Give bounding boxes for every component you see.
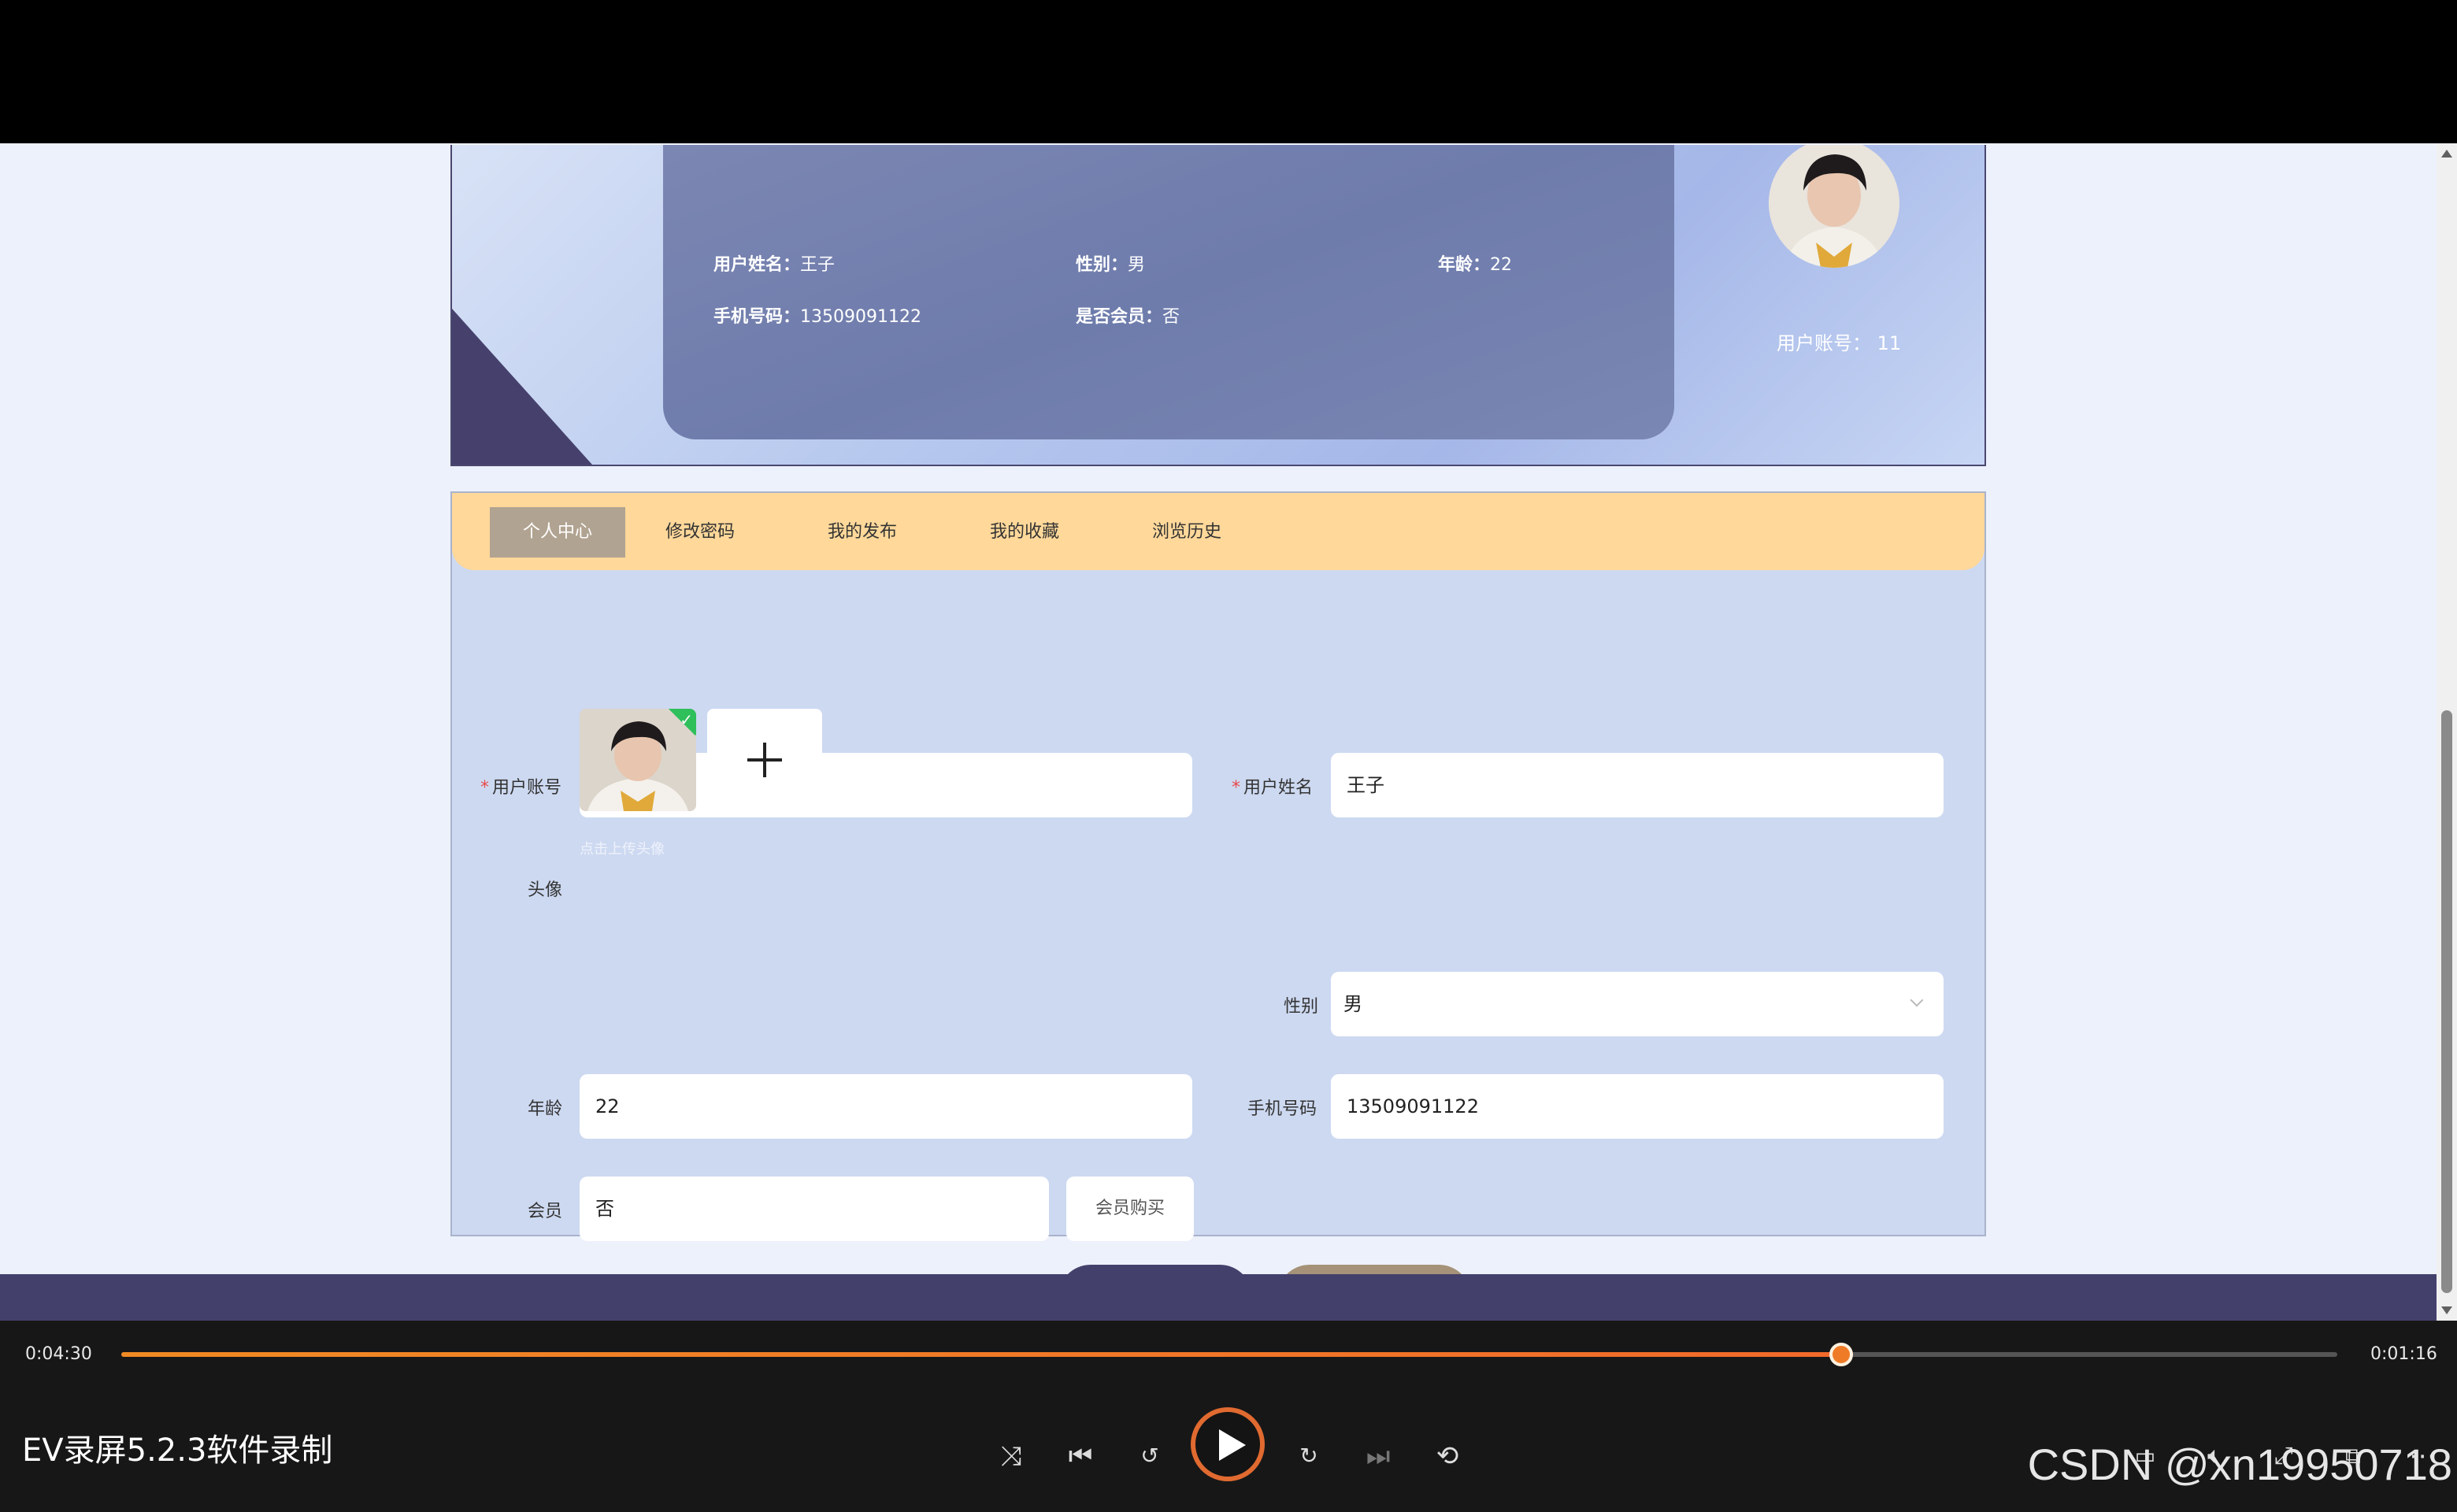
tab-personal-center[interactable]: 个人中心 xyxy=(490,507,625,558)
gender-select-value: 男 xyxy=(1343,993,1362,1015)
shuffle-icon[interactable]: ⤨ xyxy=(994,1439,1028,1473)
tab-my-posts[interactable]: 我的发布 xyxy=(811,507,914,558)
upload-add-button[interactable] xyxy=(707,709,822,811)
age-field[interactable]: 22 xyxy=(580,1074,1192,1139)
chevron-down-icon xyxy=(1910,993,1924,1007)
info-gender: 性别：男 xyxy=(1076,250,1145,276)
info-age-label: 年龄： xyxy=(1438,255,1491,275)
banner-decoration xyxy=(452,309,592,465)
tab-my-favorites[interactable]: 我的收藏 xyxy=(973,507,1076,558)
profile-form-panel: 个人中心 修改密码 我的发布 我的收藏 浏览历史 *用户账号 11 *用户姓名 … xyxy=(450,491,1986,1321)
phone-field[interactable]: 13509091122 xyxy=(1331,1074,1944,1139)
account-label-text: 用户账号 xyxy=(492,778,562,798)
account-label: * 用户账号 xyxy=(480,778,562,798)
username-label: * 用户姓名 xyxy=(1232,778,1314,798)
gender-label: 性别 xyxy=(1284,997,1319,1017)
seek-bar[interactable] xyxy=(121,1343,2337,1366)
scroll-down-icon[interactable] xyxy=(2441,1306,2452,1314)
next-track-icon[interactable]: ⏭ xyxy=(1361,1439,1395,1473)
info-age: 年龄：22 xyxy=(1438,250,1512,276)
info-member-value: 否 xyxy=(1162,307,1180,327)
browser-viewport: 用户姓名：王子 性别：男 年龄：22 手机号码：13509091122 是否会员… xyxy=(0,143,2457,1321)
scroll-up-icon[interactable] xyxy=(2441,150,2452,158)
recording-caption: EV录屏5.2.3软件录制 xyxy=(22,1432,333,1469)
remaining-time: 0:01:16 xyxy=(2370,1344,2437,1364)
tab-browse-history[interactable]: 浏览历史 xyxy=(1136,507,1238,558)
info-username: 用户姓名：王子 xyxy=(713,250,835,276)
gender-select[interactable]: 男 xyxy=(1331,972,1944,1036)
username-label-text: 用户姓名 xyxy=(1243,778,1314,798)
info-phone-value: 13509091122 xyxy=(800,307,921,327)
tab-bar: 个人中心 修改密码 我的发布 我的收藏 浏览历史 xyxy=(452,493,1984,570)
info-member: 是否会员：否 xyxy=(1076,302,1180,328)
username-field[interactable]: 王子 xyxy=(1331,753,1944,817)
vertical-scrollbar[interactable] xyxy=(2437,143,2457,1321)
seek-handle[interactable] xyxy=(1829,1343,1853,1366)
video-player-controls: 0:04:30 0:01:16 EV录屏5.2.3软件录制 ⤨ ⏮ ↺ ↻ ⏭ … xyxy=(0,1321,2457,1512)
repeat-off-icon[interactable]: ⟲ xyxy=(1430,1439,1465,1473)
tab-change-password[interactable]: 修改密码 xyxy=(649,507,751,558)
info-gender-label: 性别： xyxy=(1076,255,1128,275)
play-button[interactable] xyxy=(1191,1407,1265,1481)
previous-track-icon[interactable]: ⏮ xyxy=(1063,1439,1098,1473)
elapsed-time: 0:04:30 xyxy=(25,1344,92,1364)
user-info-card: 用户姓名：王子 性别：男 年龄：22 手机号码：13509091122 是否会员… xyxy=(663,145,1674,439)
forward-30-icon[interactable]: ↻ xyxy=(1292,1439,1326,1473)
upload-hint: 点击上传头像 xyxy=(580,841,665,858)
member-field[interactable]: 否 xyxy=(580,1177,1049,1241)
profile-banner: 用户姓名：王子 性别：男 年龄：22 手机号码：13509091122 是否会员… xyxy=(450,145,1986,466)
account-line: 用户账号： 11 xyxy=(1777,332,1902,354)
uploaded-avatar-thumbnail[interactable]: ✓ xyxy=(580,709,696,811)
info-age-value: 22 xyxy=(1490,255,1513,275)
seek-progress xyxy=(121,1352,1841,1357)
info-gender-value: 男 xyxy=(1128,255,1146,275)
page-footer xyxy=(0,1274,2437,1321)
info-phone-label: 手机号码： xyxy=(713,307,801,327)
age-label: 年龄 xyxy=(528,1099,563,1119)
info-username-value: 王子 xyxy=(800,255,836,275)
rewind-10-icon[interactable]: ↺ xyxy=(1132,1439,1167,1473)
avatar xyxy=(1769,145,1899,268)
scroll-thumb[interactable] xyxy=(2441,710,2452,1293)
phone-label: 手机号码 xyxy=(1247,1099,1317,1119)
top-black-bar xyxy=(0,0,2457,143)
info-member-label: 是否会员： xyxy=(1076,307,1163,327)
info-phone: 手机号码：13509091122 xyxy=(713,302,921,328)
buy-membership-button[interactable]: 会员购买 xyxy=(1066,1177,1194,1241)
info-username-label: 用户姓名： xyxy=(713,255,801,275)
check-icon: ✓ xyxy=(680,710,693,729)
avatar-label: 头像 xyxy=(528,880,563,900)
member-label: 会员 xyxy=(528,1202,563,1221)
csdn-watermark: CSDN @xn19950718 xyxy=(2027,1440,2452,1489)
